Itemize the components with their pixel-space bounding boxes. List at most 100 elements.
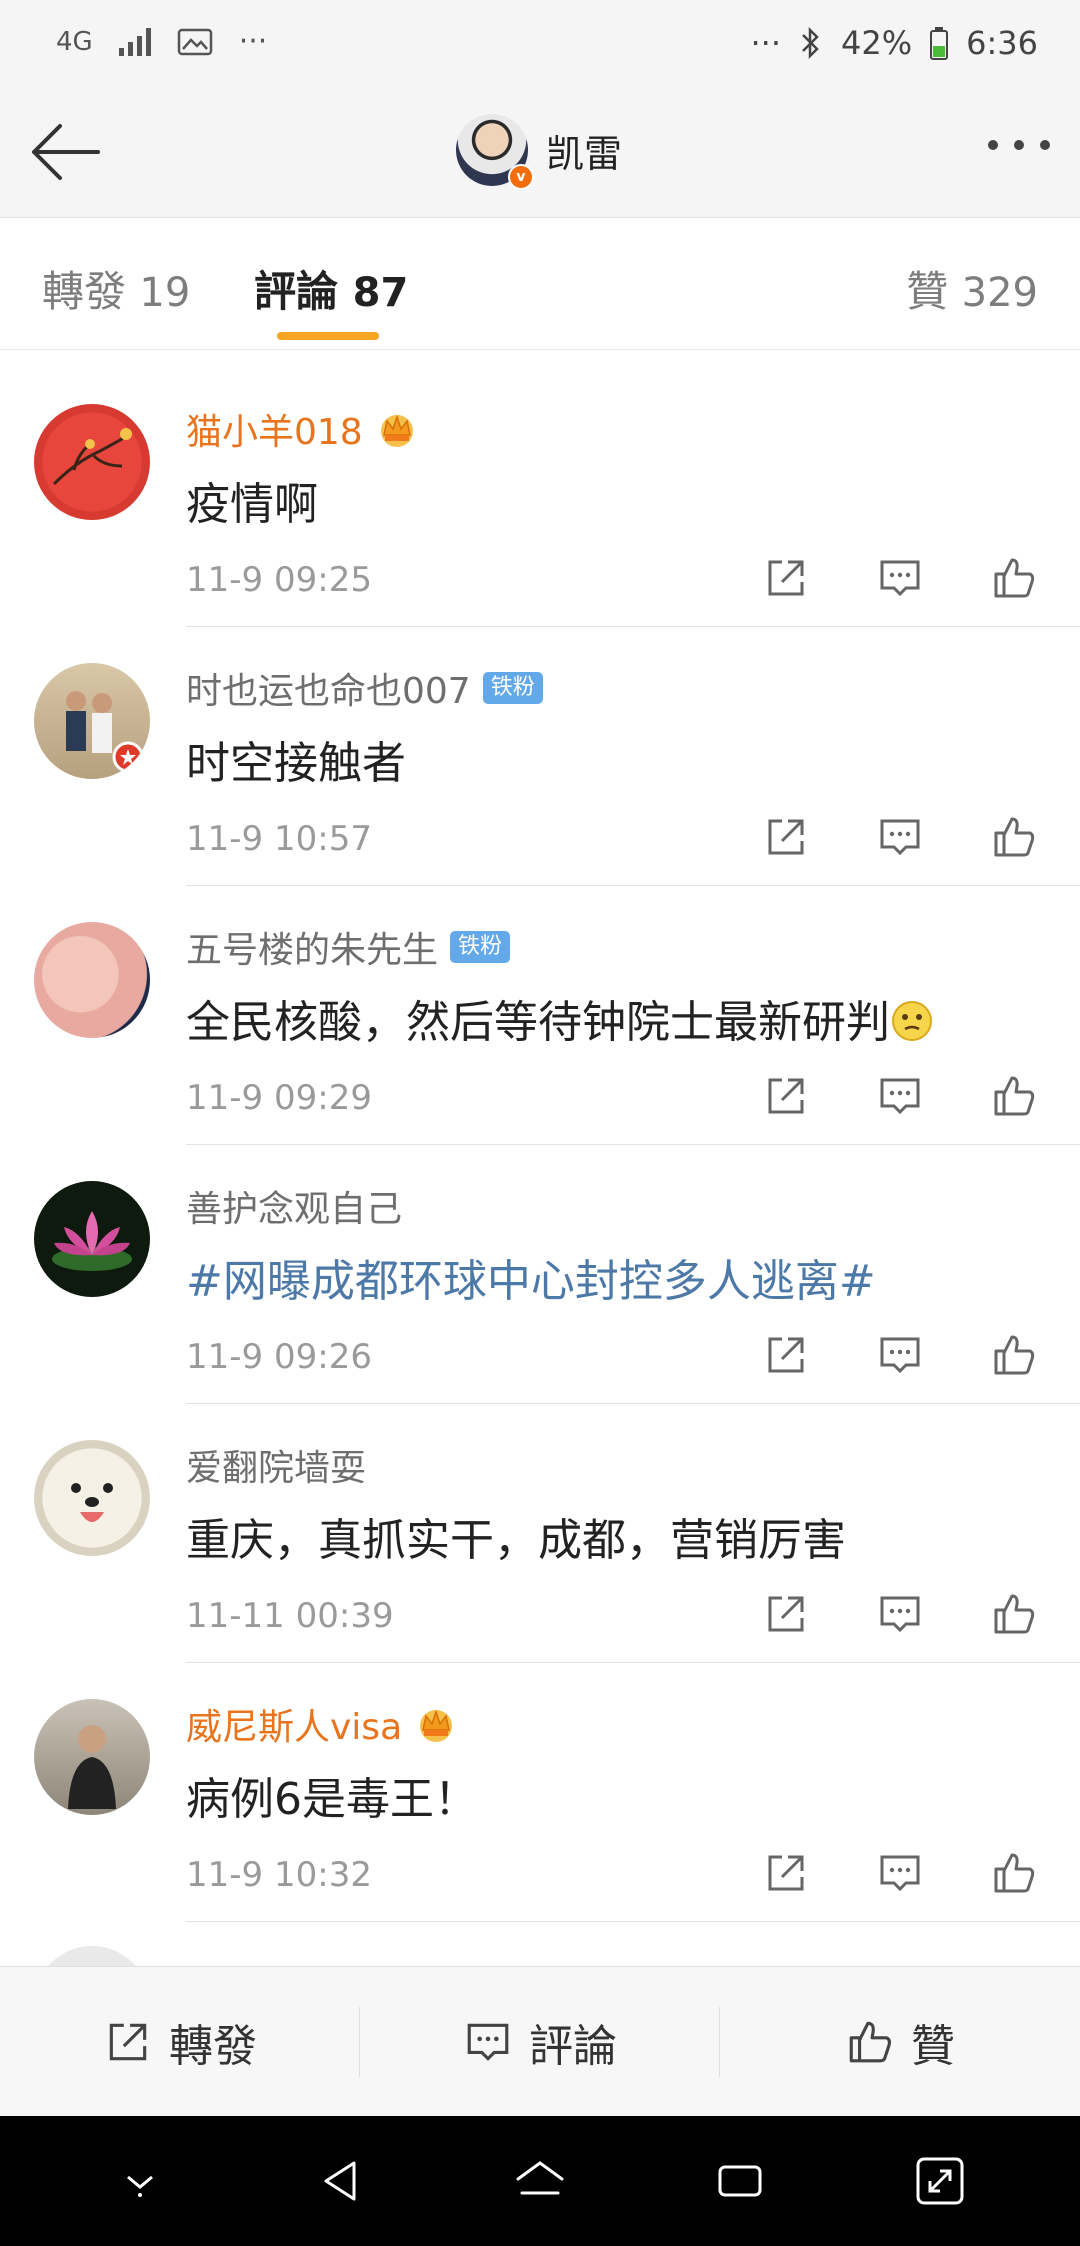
share-icon[interactable] [762,813,810,861]
avatar[interactable] [34,1181,150,1297]
nav-home-icon[interactable] [508,2149,572,2213]
like-icon [849,2021,891,2062]
tab-repost[interactable]: 轉發 19 [42,258,190,319]
like-icon[interactable] [990,1590,1038,1638]
comment-icon[interactable] [876,554,924,602]
comment-time: 11-9 10:32 [186,1855,372,1895]
share-icon[interactable] [762,1072,810,1120]
avatar[interactable] [34,1440,150,1556]
status-bar: 4G ··· ··· 42% 6:36 [0,0,1080,90]
like-label: 贊 [911,2020,955,2072]
battery-percent: 42% [841,24,913,62]
comment-list[interactable]: 猫小羊018 疫情啊 11-9 09:25 时也运也命也007 铁粉 时空接触者… [0,368,1080,1968]
tab-repost-count: 19 [139,270,191,316]
avatar[interactable] [34,922,150,1038]
comment-icon[interactable] [876,813,924,861]
comment-time: 11-11 00:39 [186,1596,394,1636]
comment-text-content: 全民核酸，然后等待钟院士最新研判 [186,997,890,1048]
status-more-right: ··· [750,24,782,62]
comment-label: 評論 [529,2020,617,2072]
comment-author[interactable]: 善护念观自己 [186,1180,402,1232]
like-icon[interactable] [990,1331,1038,1379]
comment-time: 11-9 09:29 [186,1078,372,1118]
top-header: v 凯雷 [0,90,1080,218]
comment-author[interactable]: 五号楼的朱先生 [186,921,438,973]
tab-comments-count: 87 [352,270,409,316]
fan-badge: 铁粉 [450,931,511,963]
comment-time: 11-9 09:25 [186,560,372,600]
comment-time: 11-9 10:57 [186,819,372,859]
tab-comments-label: 評論 [254,267,339,316]
comment-text: 全民核酸，然后等待钟院士最新研判 [186,986,934,1050]
image-icon [177,28,212,55]
list-item: 威尼斯人visa 病例6是毒王！ 11-9 10:32 [0,1663,1080,1922]
list-item [0,1922,1080,1968]
clock: 6:36 [966,24,1038,62]
tab-repost-label: 轉發 [42,267,127,316]
signal-icon [118,27,151,56]
list-item: 五号楼的朱先生 铁粉 全民核酸，然后等待钟院士最新研判 11-9 09:29 [0,886,1080,1145]
more-options-icon[interactable] [988,140,1050,150]
comment-author[interactable]: 威尼斯人visa [186,1698,402,1750]
avatar[interactable]: v [456,114,534,190]
list-item: 时也运也命也007 铁粉 时空接触者 11-9 10:57 [0,627,1080,886]
comment-text: 时空接触者 [186,738,406,789]
comment-topic-link[interactable]: #网曝成都环球中心封控多人逃离# [186,1245,876,1309]
fan-badge: 铁粉 [482,672,543,704]
comment-time: 11-9 09:26 [186,1337,372,1377]
comment-icon[interactable] [876,1590,924,1638]
tab-bar: 轉發 19 評論 87 贊 329 [0,218,1080,350]
comment-icon[interactable] [876,1849,924,1897]
comment-author[interactable]: 时也运也命也007 [186,662,471,714]
nav-recents-icon[interactable] [708,2149,772,2213]
comment-text: 病例6是毒王！ [186,1774,478,1825]
tab-comments[interactable]: 評論 87 [254,258,408,319]
like-icon[interactable] [990,1072,1038,1120]
like-icon[interactable] [990,554,1038,602]
comment-icon[interactable] [876,1072,924,1120]
bluetooth-icon [802,26,819,60]
verified-icon: v [508,164,534,190]
tab-likes[interactable]: 贊 329 [906,258,1038,319]
comment-icon [467,2023,509,2061]
crown-icon [420,1709,453,1742]
avatar[interactable] [34,663,150,779]
network-indicator: 4G [56,26,93,57]
like-icon[interactable] [990,813,1038,861]
like-icon[interactable] [990,1849,1038,1897]
share-icon[interactable] [762,1331,810,1379]
battery-icon [930,27,949,60]
crown-icon [380,414,413,447]
system-nav-bar [0,2116,1080,2246]
like-button[interactable]: 贊 [720,1967,1080,2116]
share-icon[interactable] [762,1849,810,1897]
share-icon[interactable] [762,554,810,602]
share-icon [109,2023,147,2060]
avatar[interactable] [34,1946,150,1968]
avatar[interactable] [34,1699,150,1815]
tab-likes-count: 329 [961,270,1038,316]
status-more-left: ··· [238,24,268,59]
repost-label: 轉發 [169,2020,257,2072]
comment-text: 疫情啊 [186,479,318,530]
comment-button[interactable]: 評論 [360,1967,720,2116]
repost-button[interactable]: 轉發 [0,1967,360,2116]
avatar[interactable] [34,404,150,520]
active-tab-indicator [277,332,379,340]
list-item: 猫小羊018 疫情啊 11-9 09:25 [0,368,1080,627]
page-title: 凯雷 [546,131,623,176]
bottom-action-bar: 轉發 評論 贊 [0,1966,1080,2116]
comment-text: 重庆，真抓实干，成都，营销厉害 [186,1515,846,1566]
nav-collapse-icon[interactable] [108,2149,172,2213]
comment-author[interactable]: 爱翻院墙耍 [186,1439,366,1491]
comment-icon[interactable] [876,1331,924,1379]
back-arrow-icon[interactable] [26,120,106,184]
nav-back-icon[interactable] [308,2149,372,2213]
nav-expand-icon[interactable] [908,2149,972,2213]
thinking-emoji-icon [892,1001,932,1041]
list-item: 善护念观自己 #网曝成都环球中心封控多人逃离# 11-9 09:26 [0,1145,1080,1404]
comment-author[interactable]: 猫小羊018 [186,403,363,455]
header-profile[interactable]: v 凯雷 [456,114,623,190]
tab-likes-label: 贊 [906,267,949,316]
share-icon[interactable] [762,1590,810,1638]
